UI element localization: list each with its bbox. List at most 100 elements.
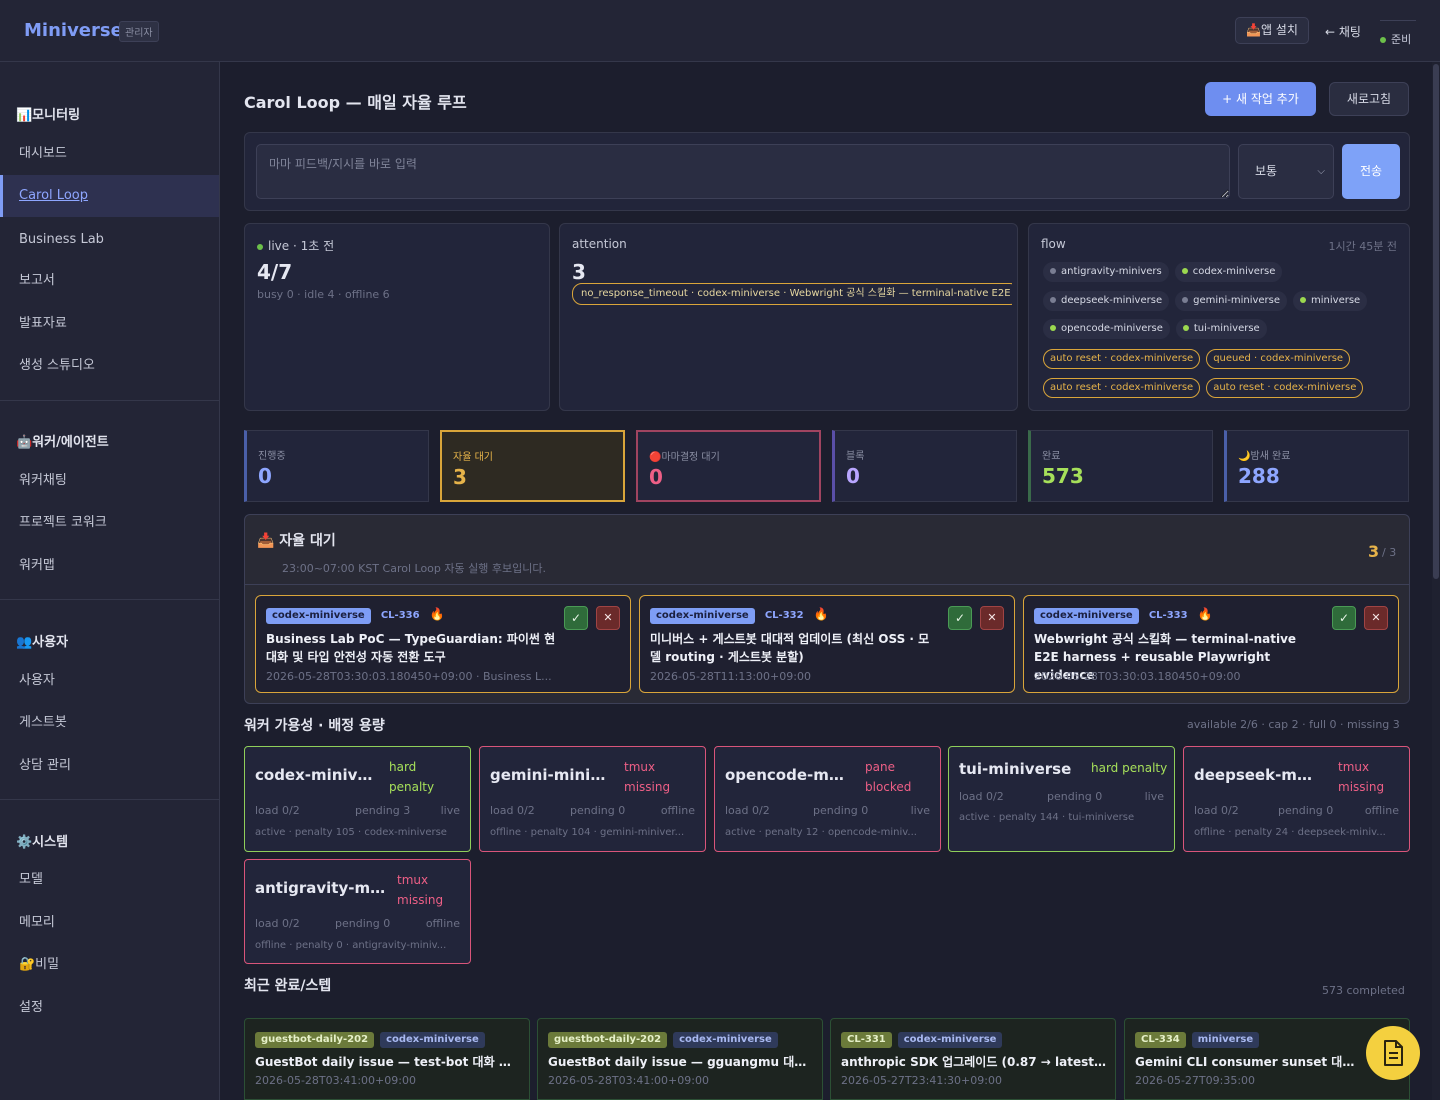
sidebar-item-users[interactable]: 사용자 <box>0 660 219 702</box>
sidebar-divider <box>0 400 219 401</box>
sidebar-item-consult[interactable]: 상담 관리 <box>0 745 219 787</box>
worker-state: live <box>910 804 930 817</box>
workers-section-title: 워커 가용성 · 배정 용량 <box>244 718 385 734</box>
flow-worker-chip[interactable]: tui-miniverse <box>1175 319 1267 339</box>
sidebar-section-monitoring: 📊모니터링 <box>16 108 81 123</box>
notes-fab-button[interactable] <box>1366 1026 1420 1080</box>
task-id: CL-333 <box>1148 610 1188 621</box>
workers-summary: available 2/6 · cap 2 · full 0 · missing… <box>1187 718 1400 731</box>
worker-badge: tmux missing <box>1338 760 1385 794</box>
live-value: 4/7 <box>257 260 293 284</box>
recent-worker-tag: miniverse <box>1191 1032 1260 1048</box>
sidebar-item-studio[interactable]: 생성 스튜디오 <box>0 345 219 387</box>
live-label-text: live · 1초 전 <box>268 239 335 253</box>
worker-badge: pane blocked <box>865 760 912 794</box>
feedback-input[interactable] <box>256 144 1230 199</box>
worker-badge: hard penalty <box>1091 761 1168 775</box>
add-task-button[interactable]: + 새 작업 추가 <box>1205 82 1316 116</box>
flow-chip-row: antigravity-minivers codex-miniverse <box>1043 262 1288 282</box>
sidebar-item-business-lab[interactable]: Business Lab <box>0 219 219 261</box>
sidebar-item-reports[interactable]: 보고서 <box>0 260 219 302</box>
sidebar-item-worker-chat[interactable]: 워커채팅 <box>0 460 219 502</box>
recent-title: Gemini CLI consumer sunset 대응 — <box>1135 1055 1365 1069</box>
flow-worker-chip[interactable]: miniverse <box>1293 291 1368 311</box>
status-dot-icon <box>1300 297 1307 303</box>
auto-queue-subtitle: 23:00~07:00 KST Carol Loop 자동 실행 후보입니다. <box>282 562 546 575</box>
chat-link[interactable]: ← 채팅 <box>1325 23 1361 40</box>
flow-worker-chip[interactable]: antigravity-minivers <box>1043 262 1169 282</box>
attention-chip-row: no_response_timeout · codex-miniverse · … <box>572 283 1012 305</box>
reject-button[interactable]: ✕ <box>1364 606 1388 630</box>
worker-card[interactable]: antigravity-min... tmux missing load 0/2… <box>244 859 471 964</box>
stat-label: 블록 <box>846 451 865 462</box>
sidebar-item-guestbot[interactable]: 게스트봇 <box>0 702 219 744</box>
sidebar-item-dashboard[interactable]: 대시보드 <box>0 133 219 175</box>
status-dot-icon <box>1182 325 1189 331</box>
sidebar-item-carol-loop[interactable]: Carol Loop <box>0 175 219 217</box>
connection-status: 준비 <box>1380 20 1416 47</box>
sidebar-item-memory[interactable]: 메모리 <box>0 902 219 944</box>
flow-worker-chip[interactable]: gemini-miniverse <box>1175 291 1288 311</box>
stat-completed[interactable]: 완료 573 <box>1028 430 1213 502</box>
reject-button[interactable]: ✕ <box>980 606 1004 630</box>
flow-event-chip[interactable]: auto reset · codex-miniverse <box>1043 349 1201 369</box>
task-card[interactable]: codex-miniverse CL-333 🔥 ✓ ✕ Webwright 공… <box>1023 595 1399 693</box>
worker-load: load 0/2 <box>255 917 300 930</box>
priority-select[interactable]: 보통 ⌵ <box>1238 144 1334 199</box>
stat-overnight[interactable]: 🌙밤새 완료 288 <box>1224 430 1409 502</box>
scrollbar-thumb[interactable] <box>1433 64 1439 579</box>
stat-blocked[interactable]: 블록 0 <box>832 430 1017 502</box>
recent-card[interactable]: guestbot-daily-202 codex-miniverse GuestB… <box>244 1018 530 1100</box>
attention-chip[interactable]: no_response_timeout · codex-miniverse · … <box>572 283 1012 305</box>
worker-badge: tmux missing <box>397 873 444 907</box>
recent-title: GuestBot daily issue — test-bot 대화 실... <box>255 1055 521 1069</box>
send-button[interactable]: 전송 <box>1342 144 1400 199</box>
worker-card[interactable]: gemini-miniv... tmux missing load 0/2 pen… <box>479 746 706 852</box>
stat-mama-decision[interactable]: 🔴마마결정 대기 0 <box>636 430 821 502</box>
stat-value: 288 <box>1238 464 1280 488</box>
task-card[interactable]: codex-miniverse CL-332 🔥 ✓ ✕ 미니버스 + 게스트봇… <box>639 595 1015 693</box>
status-dot-icon <box>1182 297 1189 303</box>
sidebar-item-models[interactable]: 모델 <box>0 859 219 901</box>
sidebar-item-project-cowork[interactable]: 프로젝트 코워크 <box>0 502 219 544</box>
recent-card[interactable]: guestbot-daily-202 codex-miniverse GuestB… <box>537 1018 823 1100</box>
recent-worker-tag: codex-miniverse <box>380 1032 485 1048</box>
stat-in-progress[interactable]: 진행중 0 <box>244 430 429 502</box>
worker-card[interactable]: codex-minive... hard penalty load 0/2 pen… <box>244 746 471 852</box>
worker-card[interactable]: tui-miniverse hard penalty load 0/2 pendi… <box>948 746 1175 852</box>
sidebar-item-secrets[interactable]: 🔐비밀 <box>0 944 219 986</box>
live-dot-icon <box>257 243 263 250</box>
task-card[interactable]: codex-miniverse CL-336 🔥 ✓ ✕ Business La… <box>255 595 631 693</box>
approve-button[interactable]: ✓ <box>948 606 972 630</box>
recent-tag: CL-334 <box>1135 1032 1186 1048</box>
top-bar: Miniverse 관리자 📥앱 설치 ← 채팅 준비 <box>0 0 1440 62</box>
install-app-button[interactable]: 📥앱 설치 <box>1235 17 1309 44</box>
sidebar-item-settings[interactable]: 설정 <box>0 987 219 1029</box>
sidebar-item-presentations[interactable]: 발표자료 <box>0 303 219 345</box>
worker-card[interactable]: opencode-min... pane blocked load 0/2 pen… <box>714 746 941 852</box>
flow-event-chip[interactable]: queued · codex-miniverse <box>1206 349 1351 369</box>
page-scrollbar[interactable] <box>1432 62 1440 1100</box>
reject-button[interactable]: ✕ <box>596 606 620 630</box>
approve-button[interactable]: ✓ <box>564 606 588 630</box>
brand-logo[interactable]: Miniverse <box>24 20 123 41</box>
sidebar: 📊모니터링 대시보드 Carol Loop Business Lab 보고서 발… <box>0 62 220 1100</box>
chevron-down-icon: ⌵ <box>1317 166 1325 177</box>
stat-label: 🌙밤새 완료 <box>1238 451 1291 462</box>
auto-queue-cap: / 3 <box>1382 546 1397 559</box>
refresh-button[interactable]: 새로고침 <box>1329 82 1409 116</box>
flow-worker-chip[interactable]: deepseek-miniverse <box>1043 291 1170 311</box>
worker-card[interactable]: deepseek-mini... tmux missing load 0/2 pe… <box>1183 746 1410 852</box>
flow-worker-chip[interactable]: codex-miniverse <box>1174 262 1283 282</box>
flow-event-chip[interactable]: auto reset · codex-miniverse <box>1206 378 1364 398</box>
worker-footer: offline · penalty 104 · gemini-miniver..… <box>490 827 685 838</box>
sidebar-item-worker-map[interactable]: 워커맵 <box>0 545 219 587</box>
flow-worker-chip[interactable]: opencode-miniverse <box>1043 319 1170 339</box>
approve-button[interactable]: ✓ <box>1332 606 1356 630</box>
flow-event-chip[interactable]: auto reset · codex-miniverse <box>1043 378 1201 398</box>
recent-card[interactable]: CL-331 codex-miniverse anthropic SDK 업그레이… <box>830 1018 1116 1100</box>
chip-text: opencode-miniverse <box>1061 323 1163 334</box>
sidebar-section-system: ⚙️시스템 <box>16 835 69 850</box>
stat-auto-queue[interactable]: 자율 대기 3 <box>440 430 625 502</box>
fire-icon: 🔥 <box>813 607 829 621</box>
